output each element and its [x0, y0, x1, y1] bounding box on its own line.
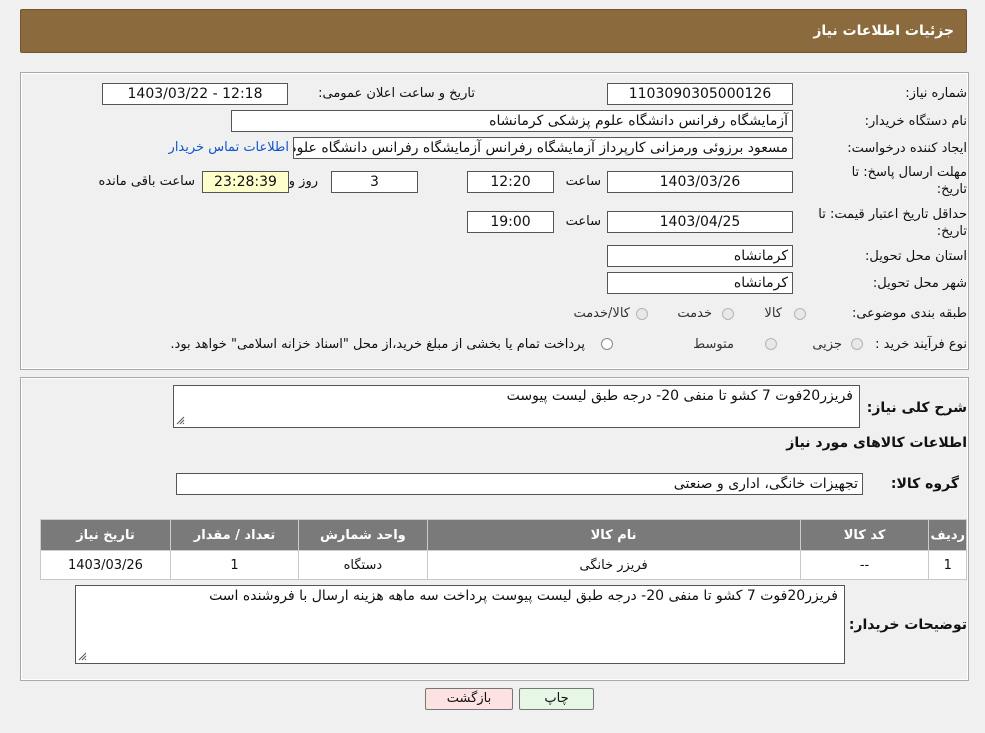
treasury-checkbox[interactable]	[601, 338, 613, 350]
description-textarea[interactable]: فریزر20فوت 7 کشو تا منفی 20- درجه طبق لی…	[173, 385, 860, 428]
cell-row: 1	[928, 550, 967, 580]
cell-unit: دستگاه	[298, 550, 428, 580]
col-unit: واحد شمارش	[298, 519, 428, 551]
col-name: نام کالا	[426, 519, 801, 551]
table-header-row: ردیف کد کالا نام کالا واحد شمارش تعداد /…	[40, 519, 967, 551]
category-radio-goods-service[interactable]	[636, 308, 648, 320]
days-label: روز و	[288, 174, 318, 189]
category-radio-goods[interactable]	[794, 308, 806, 320]
col-row: ردیف	[928, 519, 967, 551]
category-radio-service[interactable]	[722, 308, 734, 320]
col-date: تاریخ نیاز	[40, 519, 171, 551]
process-label: نوع فرآیند خرید :	[875, 337, 967, 352]
goods-section-title: اطلاعات کالاهای مورد نیاز	[786, 435, 967, 451]
description-text: فریزر20فوت 7 کشو تا منفی 20- درجه طبق لی…	[506, 388, 853, 404]
city-label: شهر محل تحویل:	[872, 276, 967, 291]
process-radio-medium[interactable]	[765, 338, 777, 350]
validity-time-label: ساعت	[565, 214, 601, 229]
buyer-contact-link[interactable]: اطلاعات تماس خریدار	[169, 140, 289, 155]
page-header: جزئیات اطلاعات نیاز	[20, 9, 967, 53]
process-radio-partial[interactable]	[851, 338, 863, 350]
category-label: طبقه بندی موضوعی:	[851, 306, 967, 321]
deadline-label: مهلت ارسال پاسخ: تا	[851, 165, 967, 180]
process-option-partial: جزیی	[812, 337, 842, 352]
announce-field: 1403/03/22 - 12:18	[102, 83, 288, 105]
category-option-service: خدمت	[677, 306, 712, 321]
province-field: کرمانشاه	[607, 245, 793, 267]
remaining-time-label: ساعت باقی مانده	[98, 174, 195, 189]
buyer-notes-textarea[interactable]: فریزر20فوت 7 کشو تا منفی 20- درجه طبق لی…	[75, 585, 845, 664]
description-label: شرح کلی نیاز:	[866, 400, 967, 416]
category-option-goods-service: کالا/خدمت	[573, 306, 630, 321]
cell-name: فریزر خانگی	[426, 550, 801, 580]
buyer-notes-label: توضیحات خریدار:	[848, 617, 967, 633]
need-number-label: شماره نیاز:	[905, 86, 967, 101]
validity-label-2: تاریخ:	[936, 224, 967, 239]
goods-table: ردیف کد کالا نام کالا واحد شمارش تعداد /…	[40, 519, 967, 580]
creator-label: ایجاد کننده درخواست:	[847, 141, 967, 156]
deadline-label-2: تاریخ:	[936, 182, 967, 197]
validity-label: حداقل تاریخ اعتبار قیمت: تا	[818, 207, 967, 222]
days-field: 3	[331, 171, 418, 193]
cell-date: 1403/03/26	[40, 550, 171, 580]
process-option-medium: متوسط	[693, 337, 734, 352]
deadline-date-field: 1403/03/26	[607, 171, 793, 193]
need-number-field: 1103090305000126	[607, 83, 793, 105]
print-button[interactable]: چاپ	[519, 688, 594, 710]
buyer-org-field: آزمایشگاه رفرانس دانشگاه علوم پزشکی کرما…	[231, 110, 793, 132]
validity-time-field: 19:00	[467, 211, 554, 233]
city-field: کرمانشاه	[607, 272, 793, 294]
announce-label: تاریخ و ساعت اعلان عمومی:	[318, 86, 475, 101]
resize-grip-icon[interactable]	[176, 416, 185, 425]
table-row: 1 -- فریزر خانگی دستگاه 1 1403/03/26	[40, 550, 967, 580]
category-option-goods: کالا	[764, 306, 782, 321]
process-note: پرداخت تمام یا بخشی از مبلغ خرید،از محل …	[170, 337, 585, 352]
back-button[interactable]: بازگشت	[425, 688, 513, 710]
remaining-time-field: 23:28:39	[202, 171, 289, 193]
col-code: کد کالا	[799, 519, 930, 551]
col-quantity: تعداد / مقدار	[169, 519, 300, 551]
goods-group-label: گروه کالا:	[890, 476, 959, 492]
buyer-org-label: نام دستگاه خریدار:	[864, 114, 967, 129]
validity-date-field: 1403/04/25	[607, 211, 793, 233]
province-label: استان محل تحویل:	[865, 249, 967, 264]
cell-code: --	[799, 550, 930, 580]
page-title: جزئیات اطلاعات نیاز	[813, 23, 954, 39]
resize-grip-icon[interactable]	[78, 652, 87, 661]
deadline-time-label: ساعت	[565, 174, 601, 189]
buyer-notes-text: فریزر20فوت 7 کشو تا منفی 20- درجه طبق لی…	[209, 588, 838, 604]
creator-field: مسعود برزوئی ورمزانی کارپرداز آزمایشگاه …	[293, 137, 793, 159]
goods-group-field: تجهیزات خانگی، اداری و صنعتی	[176, 473, 863, 495]
cell-quantity: 1	[169, 550, 300, 580]
deadline-time-field: 12:20	[467, 171, 554, 193]
